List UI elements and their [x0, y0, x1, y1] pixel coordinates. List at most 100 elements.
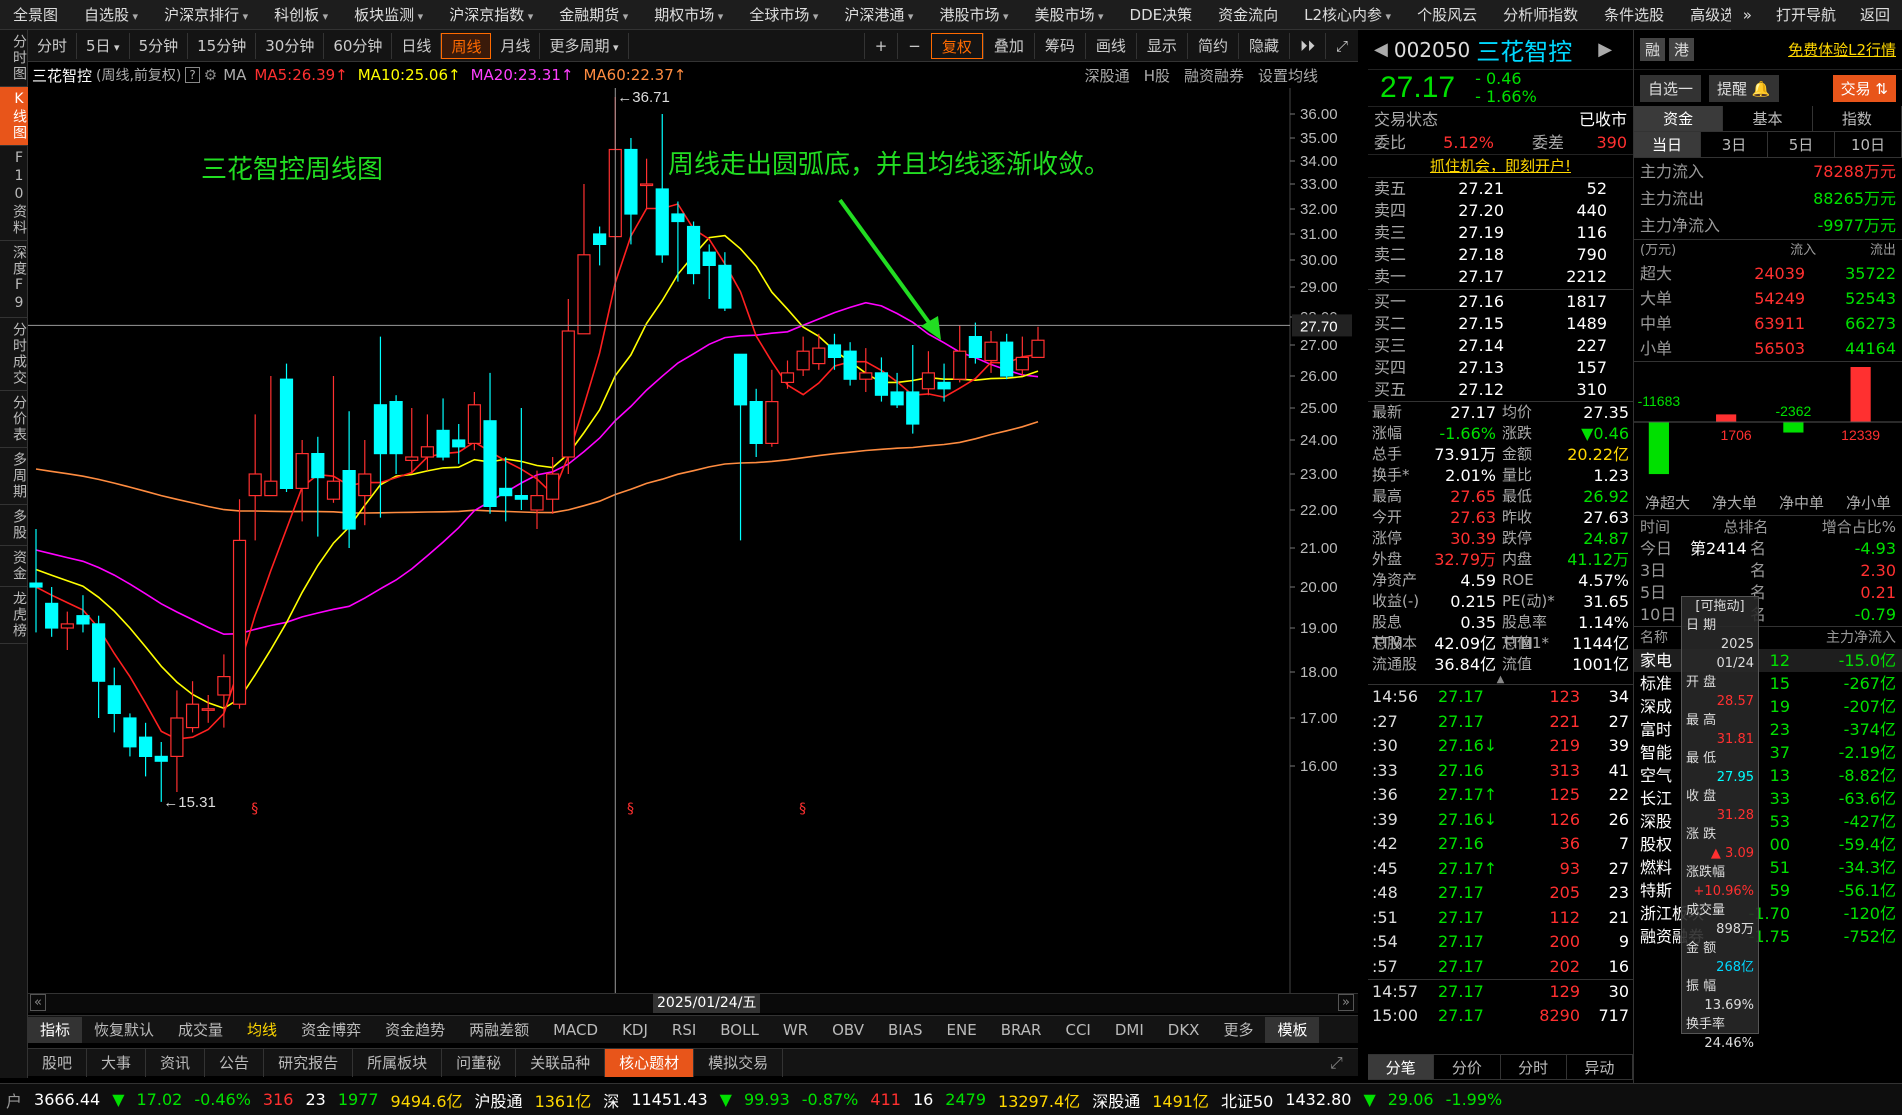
period-tab[interactable]: 30分钟	[256, 32, 325, 59]
expand-icon[interactable]: ⤢	[1330, 1053, 1343, 1073]
settings-gear-icon[interactable]: ⚙	[204, 66, 217, 84]
fund-subtab[interactable]: 3日	[1701, 132, 1768, 157]
info-tab[interactable]: 核心题材	[605, 1048, 695, 1077]
link-margin[interactable]: 融资融券	[1184, 65, 1244, 86]
chart-tool-button[interactable]: 简约	[1186, 32, 1238, 59]
link-ma-settings[interactable]: 设置均线	[1258, 65, 1318, 86]
info-tab[interactable]: 研究报告	[264, 1048, 354, 1077]
period-tab[interactable]: 分时	[28, 32, 78, 59]
info-tab[interactable]: 问董秘	[442, 1048, 517, 1077]
period-tab[interactable]: 月线	[491, 32, 541, 59]
fund-tab[interactable]: 资金	[1634, 106, 1724, 131]
indicator-tab[interactable]: 均线	[235, 1017, 289, 1043]
chart-tool-button[interactable]: 隐藏	[1237, 32, 1289, 59]
sector-row[interactable]: 燃料 51 -34.3亿	[1634, 856, 1902, 879]
left-tab[interactable]: 多股	[0, 505, 28, 546]
indicator-tab[interactable]: KDJ	[610, 1017, 660, 1043]
indicator-tab[interactable]: 成交量	[166, 1017, 235, 1043]
top-right-item[interactable]: »	[1731, 0, 1764, 30]
zixuan-button[interactable]: 自选一	[1640, 74, 1702, 102]
indicator-tab[interactable]: BOLL	[708, 1017, 771, 1043]
top-menu-item[interactable]: 全球市场	[736, 0, 831, 29]
top-menu-item[interactable]: 分析师指数	[1490, 0, 1591, 29]
chart-tool-button[interactable]: 显示	[1135, 32, 1187, 59]
indicator-tab[interactable]: OBV	[820, 1017, 876, 1043]
sector-row[interactable]: 浙江板块 -1.70 -120亿	[1634, 902, 1902, 925]
tick-tab[interactable]: 分时	[1501, 1055, 1567, 1079]
period-tab[interactable]: 5日	[77, 32, 130, 59]
top-menu-item[interactable]: 沪深京指数	[436, 0, 546, 29]
period-tab[interactable]: 15分钟	[188, 32, 257, 59]
sector-row[interactable]: 深成 19 -207亿	[1634, 695, 1902, 718]
info-tab[interactable]: 大事	[87, 1048, 147, 1077]
indicator-tab[interactable]: BIAS	[876, 1017, 935, 1043]
top-menu-item[interactable]: L2核心内参	[1291, 0, 1404, 29]
dividend-marker-icon[interactable]: §	[799, 801, 806, 817]
kline-chart[interactable]: 36.00 35.00 34.00 33.00 32.00 31.00 30.00 29.00…	[28, 88, 1358, 993]
left-tab[interactable]: 多周期	[0, 448, 28, 505]
fund-tab[interactable]: 指数	[1813, 106, 1902, 131]
scroll-right-icon[interactable]: »	[1338, 994, 1354, 1011]
status-item[interactable]: 沪股通	[469, 1088, 529, 1112]
scroll-left-icon[interactable]: «	[30, 994, 46, 1011]
indicator-tab[interactable]: CCI	[1053, 1017, 1102, 1043]
promo-link[interactable]: 免费体验L2行情	[1788, 39, 1896, 60]
left-tab[interactable]: 龙虎榜	[0, 587, 28, 644]
dividend-marker-icon[interactable]: §	[251, 801, 258, 817]
top-menu-item[interactable]: 沪深京排行	[151, 0, 261, 29]
indicator-tab[interactable]: 资金趋势	[373, 1017, 457, 1043]
indicator-tab[interactable]: ENE	[935, 1017, 989, 1043]
indicator-tab[interactable]: RSI	[660, 1017, 708, 1043]
left-tab[interactable]: 分价表	[0, 391, 28, 448]
indicator-tab[interactable]: 模板	[1265, 1016, 1320, 1043]
chart-tool-button[interactable]: 筹码	[1033, 32, 1085, 59]
alert-button[interactable]: 提醒 🔔	[1709, 74, 1779, 102]
info-tab[interactable]: 资讯	[146, 1048, 206, 1077]
next-stock-icon[interactable]: ▶	[1598, 39, 1612, 60]
prev-stock-icon[interactable]: ◀	[1374, 39, 1388, 60]
sector-row[interactable]: 家电 12 -15.0亿	[1634, 649, 1902, 672]
top-menu-item[interactable]: 资金流向	[1205, 0, 1291, 29]
top-menu-item[interactable]: 板块监测	[341, 0, 436, 29]
indicator-tab[interactable]: 恢复默认	[82, 1017, 166, 1043]
chart-tool-button[interactable]: 复权	[930, 32, 983, 59]
period-tab[interactable]: 日线	[392, 32, 442, 59]
sector-row[interactable]: 智能 37 -2.19亿	[1634, 741, 1902, 764]
top-menu-item[interactable]: 沪深港通	[831, 0, 926, 29]
indicator-tab[interactable]: MACD	[541, 1017, 610, 1043]
top-menu-item[interactable]: 个股风云	[1404, 0, 1490, 29]
info-tab[interactable]: 所属板块	[353, 1048, 443, 1077]
tick-tab[interactable]: 分价	[1434, 1055, 1501, 1079]
status-item[interactable]: 深股通	[1086, 1088, 1146, 1112]
indicator-tab[interactable]: DKX	[1156, 1017, 1212, 1043]
left-tab[interactable]: 深度F9	[0, 241, 28, 318]
tick-tab[interactable]: 分笔	[1368, 1055, 1435, 1079]
link-hshare[interactable]: H股	[1144, 65, 1170, 86]
info-tab[interactable]: 关联品种	[516, 1048, 606, 1077]
chart-tool-button[interactable]: −	[897, 32, 931, 59]
sector-row[interactable]: 富时 23 -374亿	[1634, 718, 1902, 741]
fund-subtab[interactable]: 当日	[1634, 132, 1701, 157]
fund-subtab[interactable]: 10日	[1835, 132, 1902, 157]
trade-button[interactable]: 交易 ⇅	[1832, 74, 1896, 102]
sector-row[interactable]: 长江 33 -63.6亿	[1634, 787, 1902, 810]
sector-row[interactable]: 空气 13 -8.82亿	[1634, 764, 1902, 787]
candle-info-popup[interactable]: [可拖动] 日 期 2025 01/24 开 盘 28.57 最 高 31.81 最 低 27.9…	[1681, 596, 1759, 1051]
chart-tool-button[interactable]: +	[863, 32, 898, 59]
sector-row[interactable]: 股权 00 -59.4亿	[1634, 833, 1902, 856]
left-tab[interactable]: 分时图	[0, 30, 28, 87]
top-menu-item[interactable]: 自选股	[71, 0, 151, 29]
left-tab[interactable]: 分时成交	[0, 318, 28, 391]
info-tab[interactable]: 模拟交易	[694, 1048, 784, 1077]
indicator-tab[interactable]: DMI	[1103, 1017, 1156, 1043]
top-menu-item[interactable]: 科创板	[261, 0, 341, 29]
indicator-tab[interactable]: 两融差额	[457, 1017, 541, 1043]
sector-row[interactable]: 特斯 59 -56.1亿	[1634, 879, 1902, 902]
sector-row[interactable]: 标准 15 -267亿	[1634, 672, 1902, 695]
indicator-tab[interactable]: 指标	[28, 1016, 83, 1043]
dividend-marker-icon[interactable]: §	[627, 801, 634, 817]
left-tab[interactable]: 资金	[0, 546, 28, 587]
help-icon[interactable]: ?	[185, 67, 200, 83]
period-tab[interactable]: 周线	[441, 32, 492, 59]
top-menu-item[interactable]: 期权市场	[641, 0, 736, 29]
